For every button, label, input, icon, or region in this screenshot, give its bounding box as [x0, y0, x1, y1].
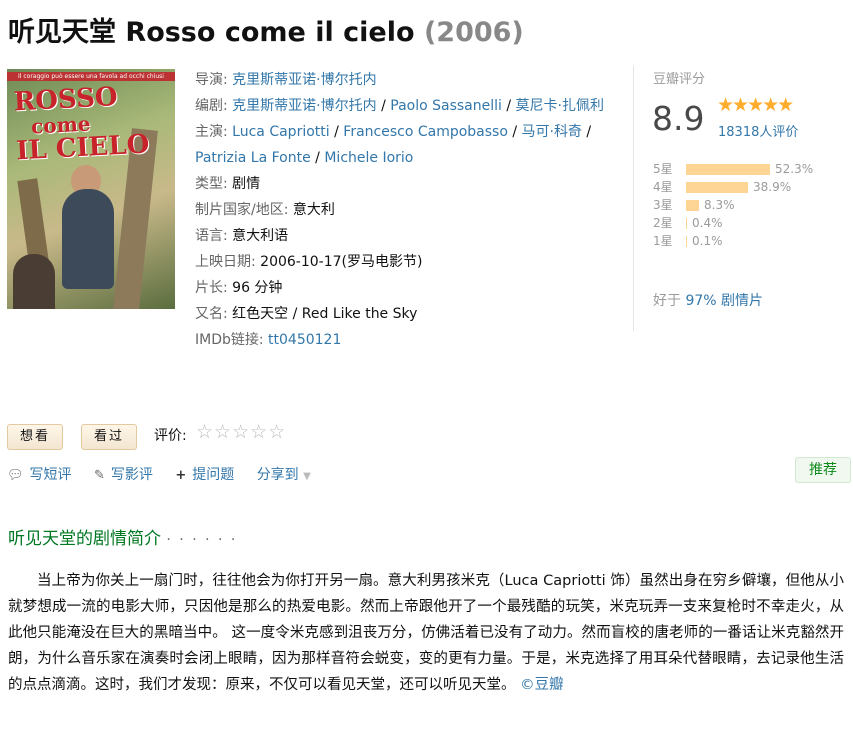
better-than: 好于 97% 剧情片	[653, 293, 764, 309]
rating-score: 8.9	[652, 99, 705, 138]
better-than-link[interactable]: 97% 剧情片	[685, 293, 763, 309]
release-value: 2006-10-17(罗马电影节)	[260, 254, 423, 270]
rating-dist-row: 1星 0.1%	[653, 234, 723, 248]
share-dropdown[interactable]: 分享到 ▼	[257, 467, 311, 483]
movie-info: 导演: 克里斯蒂亚诺·博尔托内 编剧: 克里斯蒂亚诺·博尔托内 / Paolo …	[195, 67, 615, 353]
imdb-row: IMDb链接: tt0450121	[195, 332, 342, 348]
director-link[interactable]: 克里斯蒂亚诺·博尔托内	[232, 72, 376, 88]
aka-value: 红色天空 / Red Like the Sky	[232, 306, 418, 322]
movie-year: (2006)	[423, 17, 524, 48]
cast-link[interactable]: Patrizia La Fonte	[195, 150, 311, 166]
language-value: 意大利语	[232, 228, 289, 244]
cast-link[interactable]: 马可·科奇	[522, 124, 582, 140]
runtime-row: 片长: 96 分钟	[195, 280, 283, 296]
recommend-button[interactable]: 推荐	[795, 457, 851, 483]
rating-label: 豆瓣评分	[653, 72, 706, 87]
write-short-review[interactable]: 💬︎ 写短评	[7, 467, 72, 483]
cast-row: 主演: Luca Capriotti / Francesco Campobass…	[195, 124, 592, 166]
rating-bar	[686, 164, 770, 175]
rating-dist-row: 5星 52.3%	[653, 162, 814, 176]
rating-bar	[686, 200, 699, 211]
cast-link[interactable]: Luca Capriotti	[232, 124, 329, 140]
poster-tagline: Il coraggio può essere una favola ad occ…	[7, 72, 175, 81]
rating-bar	[686, 236, 687, 247]
aka-row: 又名: 红色天空 / Red Like the Sky	[195, 306, 418, 322]
movie-title: 听见天堂 Rosso come il cielo	[8, 17, 415, 48]
genre-row: 类型: 剧情	[195, 176, 261, 192]
rating-votes-link[interactable]: 18318人评价	[718, 121, 798, 140]
imdb-link[interactable]: tt0450121	[268, 332, 341, 348]
rating-bar	[686, 182, 748, 193]
rating-distribution: 5星 52.3% 4星 38.9% 3星 8.3% 2星 0.4% 1星 0.1%	[653, 160, 813, 250]
writer-row: 编剧: 克里斯蒂亚诺·博尔托内 / Paolo Sassanelli / 莫尼卡…	[195, 98, 604, 114]
country-row: 制片国家/地区: 意大利	[195, 202, 335, 218]
cast-link[interactable]: Francesco Campobasso	[343, 124, 508, 140]
poster-title: ROSSO come IL CIELO	[13, 82, 151, 167]
douban-source-link[interactable]: ©豆瓣	[520, 677, 564, 693]
cast-link[interactable]: Michele Iorio	[324, 150, 413, 166]
pencil-icon: ✎	[93, 468, 105, 483]
writer-link[interactable]: 克里斯蒂亚诺·博尔托内	[232, 98, 376, 114]
movie-poster[interactable]: Il coraggio può essere una favola ad occ…	[7, 69, 175, 309]
director-row: 导演: 克里斯蒂亚诺·博尔托内	[195, 72, 377, 88]
want-to-watch-button[interactable]: 想看	[7, 424, 64, 450]
rating-bar	[686, 218, 687, 229]
plus-icon: +	[175, 468, 187, 483]
rating-dist-row: 2星 0.4%	[653, 216, 723, 230]
synopsis-title: 听见天堂的剧情简介 · · · · · ·	[8, 529, 238, 549]
action-bar: 💬︎ 写短评 ✎ 写影评 + 提问题 分享到 ▼	[7, 464, 329, 484]
rating-dist-row: 3星 8.3%	[653, 198, 735, 212]
write-review[interactable]: ✎ 写影评	[94, 467, 153, 483]
writer-link[interactable]: Paolo Sassanelli	[390, 98, 502, 114]
rating-dist-row: 4星 38.9%	[653, 180, 792, 194]
rating-stars-icon: ★★★★★	[717, 94, 794, 116]
genre-value: 剧情	[232, 176, 261, 192]
watched-button[interactable]: 看过	[81, 424, 138, 450]
country-value: 意大利	[292, 202, 335, 218]
writer-link[interactable]: 莫尼卡·扎佩利	[516, 98, 604, 114]
page-title: 听见天堂 Rosso come il cielo (2006)	[8, 10, 524, 49]
runtime-value: 96 分钟	[232, 280, 283, 296]
language-row: 语言: 意大利语	[195, 228, 289, 244]
comment-icon: 💬︎	[7, 468, 24, 483]
rate-label: 评价:	[154, 428, 187, 444]
divider	[633, 66, 634, 331]
chevron-down-icon: ▼	[303, 471, 311, 482]
release-row: 上映日期: 2006-10-17(罗马电影节)	[195, 254, 423, 270]
ask-question[interactable]: + 提问题	[175, 467, 234, 483]
synopsis-text: 当上帝为你关上一扇门时，往往他会为你打开另一扇。意大利男孩米克（Luca Cap…	[8, 573, 844, 693]
rate-stars-icon[interactable]: ☆☆☆☆☆	[196, 421, 286, 443]
